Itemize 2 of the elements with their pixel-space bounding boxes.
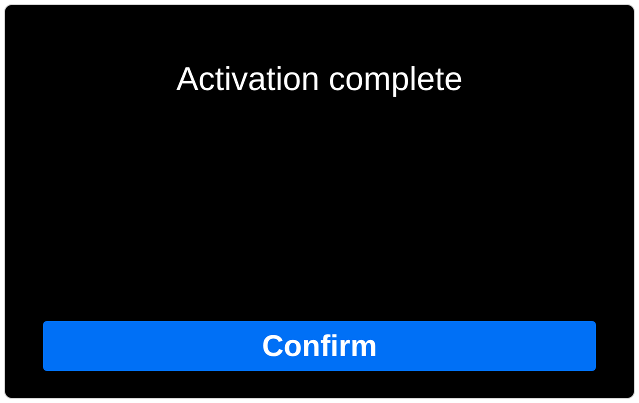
- dialog-title: Activation complete: [176, 59, 463, 99]
- confirm-button[interactable]: Confirm: [43, 321, 596, 371]
